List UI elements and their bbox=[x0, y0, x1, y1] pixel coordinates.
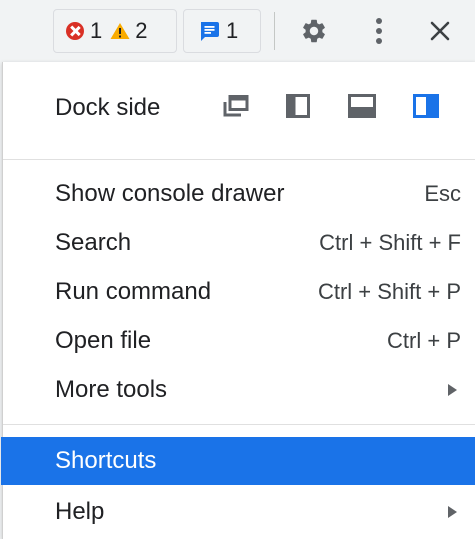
close-devtools-button[interactable] bbox=[418, 10, 462, 52]
menu-item-more-tools[interactable]: More tools bbox=[3, 366, 475, 414]
menu-item-shortcuts[interactable]: Shortcuts bbox=[1, 437, 475, 485]
dock-undock-button[interactable] bbox=[221, 91, 251, 121]
close-icon bbox=[430, 21, 450, 41]
menu-item-label: Show console drawer bbox=[55, 180, 285, 207]
menu-item-help[interactable]: Help bbox=[3, 488, 475, 536]
error-count: 1 bbox=[90, 18, 103, 43]
menu-item-label: Run command bbox=[55, 278, 212, 305]
menu-item-shortcut: Ctrl + P bbox=[387, 328, 461, 353]
settings-button[interactable] bbox=[292, 10, 336, 52]
menu-item-label: More tools bbox=[55, 376, 168, 403]
gear-icon bbox=[303, 19, 325, 43]
messages-counter-button[interactable]: 1 bbox=[183, 9, 261, 53]
issues-counter-button[interactable]: 1 2 bbox=[53, 9, 177, 53]
dock-right-icon bbox=[413, 94, 439, 118]
submenu-arrow-icon bbox=[448, 506, 457, 518]
menu-item-open-file[interactable]: Open file Ctrl + P bbox=[3, 317, 475, 365]
toolbar-divider bbox=[274, 12, 275, 50]
warning-count: 2 bbox=[135, 18, 148, 43]
menu-item-search[interactable]: Search Ctrl + Shift + F bbox=[3, 219, 475, 267]
menu-item-label: Shortcuts bbox=[55, 447, 157, 474]
menu-item-show-console-drawer[interactable]: Show console drawer Esc bbox=[3, 170, 475, 218]
more-options-button[interactable] bbox=[357, 10, 401, 52]
menu-item-shortcut: Ctrl + Shift + P bbox=[317, 279, 461, 304]
dock-side-label: Dock side bbox=[55, 94, 161, 121]
dock-left-icon bbox=[286, 94, 310, 118]
dock-left-button[interactable] bbox=[283, 91, 313, 121]
dock-bottom-icon bbox=[348, 94, 376, 118]
kebab-menu-icon bbox=[376, 18, 382, 44]
dock-bottom-button[interactable] bbox=[347, 91, 377, 121]
warning-counter: 2 bbox=[110, 18, 148, 44]
message-icon bbox=[201, 22, 219, 41]
menu-separator bbox=[3, 424, 475, 425]
submenu-arrow-icon bbox=[448, 384, 457, 396]
menu-item-label: Search bbox=[55, 229, 132, 256]
error-circle-icon bbox=[66, 22, 84, 40]
customize-devtools-menu: Dock side Show console drawer Esc Search… bbox=[1, 62, 475, 539]
menu-item-shortcut: Ctrl + Shift + F bbox=[319, 230, 461, 255]
dock-side-row: Dock side bbox=[3, 80, 475, 138]
menu-item-shortcut: Esc bbox=[424, 181, 461, 206]
menu-item-run-command[interactable]: Run command Ctrl + Shift + P bbox=[3, 268, 475, 316]
menu-item-label: Help bbox=[55, 498, 105, 525]
undock-window-icon bbox=[223, 95, 249, 117]
menu-separator bbox=[3, 159, 475, 160]
devtools-window: 1 2 1 Dock side Show console drawer Esc … bbox=[0, 0, 475, 539]
warning-triangle-icon bbox=[110, 23, 130, 39]
dock-right-button[interactable] bbox=[411, 91, 441, 121]
menu-item-label: Open file bbox=[55, 327, 152, 354]
error-counter: 1 bbox=[66, 18, 102, 44]
devtools-toolbar: 1 2 1 bbox=[0, 0, 475, 62]
message-count: 1 bbox=[226, 18, 239, 43]
